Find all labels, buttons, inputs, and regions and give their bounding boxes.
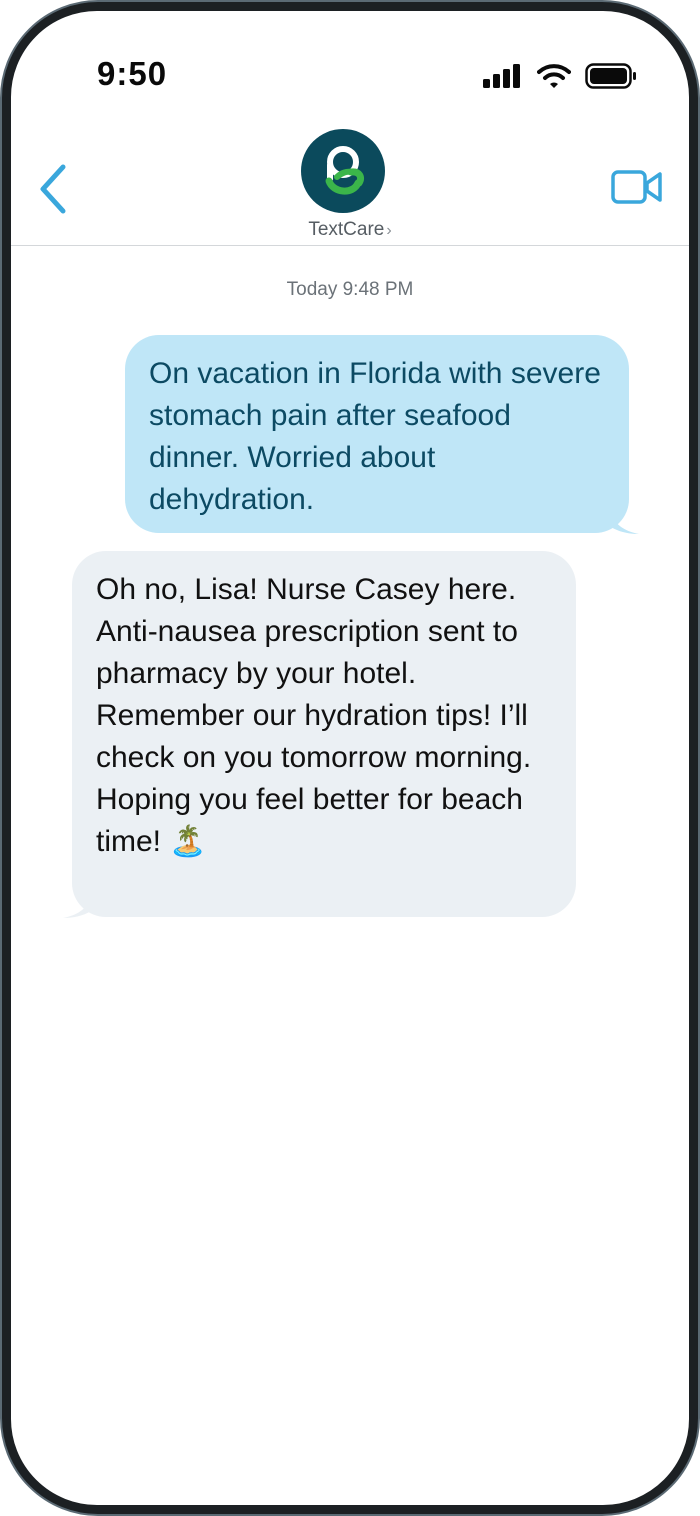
outgoing-bubble-tail	[611, 511, 639, 534]
contact-name[interactable]: TextCare ›	[11, 219, 689, 241]
textcare-logo	[325, 146, 365, 195]
video-camera-icon[interactable]	[611, 167, 663, 207]
battery-icon	[585, 63, 636, 89]
incoming-bubble-tail	[63, 895, 91, 918]
avatar[interactable]	[301, 129, 385, 213]
incoming-message-bubble[interactable]: Oh no, Lisa! Nurse Casey here. Anti-naus…	[72, 551, 576, 917]
chevron-right-icon: ›	[386, 222, 392, 239]
contact-name-label: TextCare	[308, 219, 385, 240]
wifi-icon	[537, 64, 571, 88]
chevron-left-icon[interactable]	[33, 159, 73, 219]
status-icons	[483, 63, 637, 89]
message-timestamp: Today 9:48 PM	[286, 279, 414, 300]
phone-frame: 9:50 TextCare › Today 9:48 PM On vacatio…	[1, 1, 699, 1515]
status-time: 9:50	[97, 55, 168, 92]
outgoing-message-bubble[interactable]: On vacation in Florida with severe stoma…	[125, 335, 629, 533]
signal-bars-icon	[483, 64, 520, 88]
conversation-header: TextCare ›	[11, 121, 689, 246]
status-bar: 9:50	[11, 11, 689, 121]
